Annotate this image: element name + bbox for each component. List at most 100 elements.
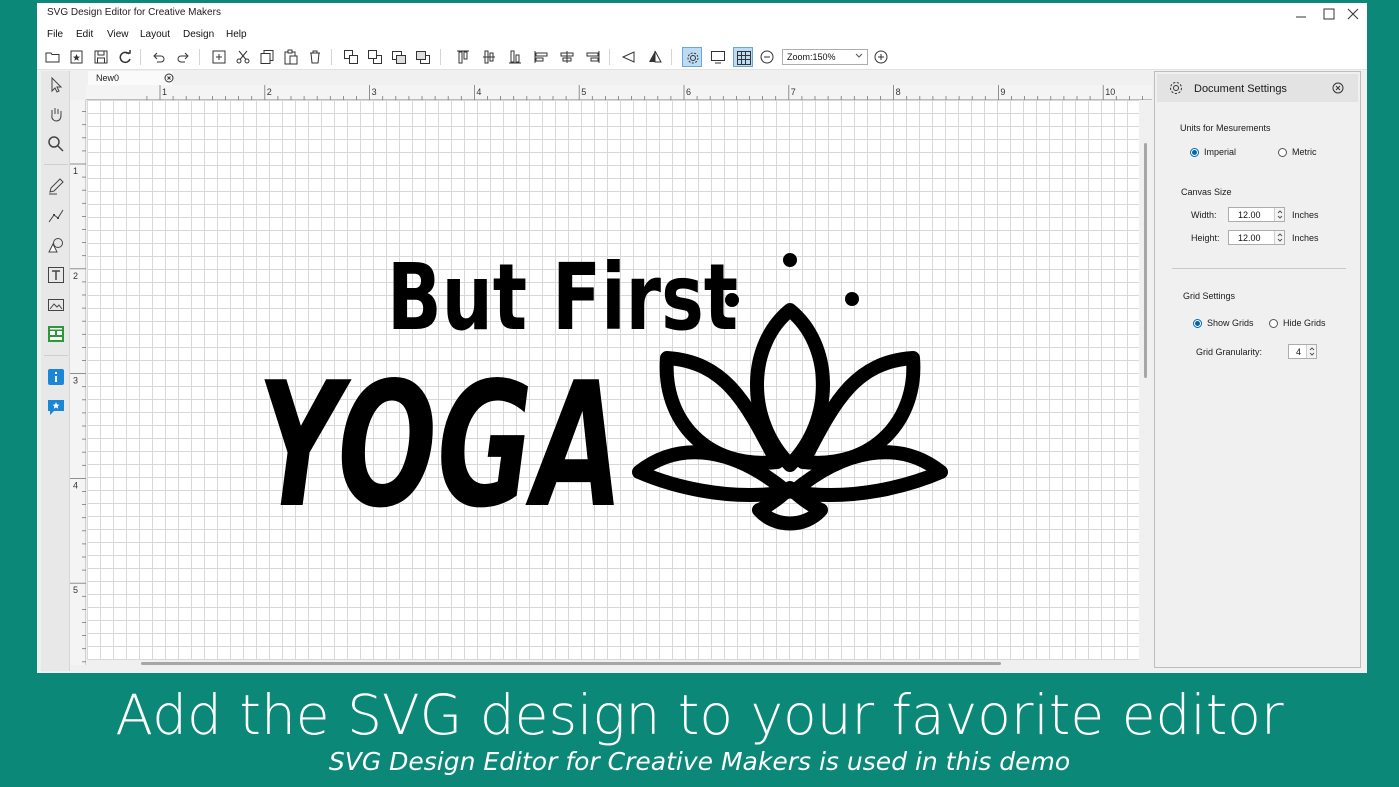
menu-design[interactable]: Design	[183, 29, 214, 40]
ruler-label: 9	[1000, 87, 1005, 97]
info-icon	[48, 369, 64, 385]
pan-tool[interactable]	[46, 104, 66, 124]
design-canvas[interactable]: But First YOGA	[87, 100, 1139, 660]
imperial-radio[interactable]	[1190, 148, 1199, 157]
vertical-scrollbar[interactable]	[1144, 143, 1147, 378]
select-tool[interactable]	[46, 75, 66, 95]
open-folder-icon	[45, 52, 60, 63]
bring-forward-button[interactable]	[389, 47, 409, 67]
design-text-but-first[interactable]: But First	[387, 244, 738, 351]
zoom-value: Zoom:150%	[787, 52, 836, 62]
menu-edit[interactable]: Edit	[76, 29, 93, 40]
show-grids-radio[interactable]	[1193, 319, 1202, 328]
undo-button[interactable]	[149, 47, 169, 67]
zoom-out-button[interactable]	[757, 47, 777, 67]
ruler-label: 3	[372, 87, 377, 97]
granularity-input[interactable]: 4	[1288, 344, 1317, 359]
align-right-button[interactable]	[583, 47, 603, 67]
width-unit: Inches	[1292, 210, 1319, 220]
refresh-icon	[119, 50, 131, 64]
align-left-button[interactable]	[531, 47, 551, 67]
send-backward-button[interactable]	[413, 47, 433, 67]
horizontal-scrollbar[interactable]	[141, 662, 1001, 665]
width-input[interactable]: 12.00	[1228, 207, 1285, 222]
design-text-yoga[interactable]: YOGA	[257, 345, 624, 546]
menu-file[interactable]: File	[47, 29, 63, 40]
flip-vertical-icon	[649, 50, 662, 63]
shape-tool[interactable]	[46, 235, 66, 255]
document-settings-button[interactable]	[682, 47, 702, 67]
grid-settings-label: Grid Settings	[1183, 291, 1236, 301]
flip-vertical-button[interactable]	[645, 47, 665, 67]
path-tool[interactable]	[46, 206, 66, 226]
metric-radio[interactable]	[1278, 148, 1287, 157]
add-page-button[interactable]	[209, 47, 229, 67]
save-button[interactable]	[91, 47, 111, 67]
ruler-label: 7	[791, 87, 796, 97]
hide-grids-radio[interactable]	[1269, 319, 1278, 328]
align-bottom-button[interactable]	[505, 47, 525, 67]
ruler-label: 1	[73, 166, 78, 176]
info-button[interactable]	[46, 367, 66, 387]
close-window-button[interactable]	[1339, 3, 1367, 25]
delete-button[interactable]	[305, 47, 325, 67]
preview-button[interactable]	[708, 47, 728, 67]
zoom-select[interactable]: Zoom:150%	[782, 49, 868, 65]
menu-layout[interactable]: Layout	[140, 29, 170, 40]
cut-button[interactable]	[233, 47, 253, 67]
scissors-icon	[236, 50, 250, 64]
hide-grids-label: Hide Grids	[1283, 318, 1326, 328]
text-tool[interactable]	[46, 265, 66, 285]
copy-button[interactable]	[257, 47, 277, 67]
menu-bar: File Edit View Layout Design Help	[37, 25, 1367, 44]
panel-header: Document Settings	[1157, 74, 1358, 102]
width-stepper[interactable]	[1274, 208, 1284, 221]
bring-forward-icon	[392, 51, 406, 64]
ruler-label: 5	[73, 585, 78, 595]
open-button[interactable]	[43, 47, 63, 67]
shapes-icon	[48, 238, 63, 253]
image-tool[interactable]	[46, 295, 66, 315]
close-panel-icon[interactable]	[1332, 82, 1344, 94]
minimize-button[interactable]	[1287, 3, 1315, 25]
stepper-arrows-icon	[1309, 347, 1315, 356]
horizontal-ruler-ticks: 1 2 3 4 5 6 7 8 9 10	[146, 85, 1143, 100]
redo-button[interactable]	[173, 47, 193, 67]
close-icon	[1347, 8, 1359, 20]
toggle-grid-button[interactable]	[733, 47, 753, 67]
star-message-icon	[48, 400, 64, 415]
menu-view[interactable]: View	[107, 29, 129, 40]
canvas-size-label: Canvas Size	[1181, 187, 1232, 197]
toolbar-separator	[440, 49, 441, 65]
align-center-button[interactable]	[557, 47, 577, 67]
zoom-in-button[interactable]	[871, 47, 891, 67]
menu-help[interactable]: Help	[226, 29, 247, 40]
flip-horizontal-button[interactable]	[619, 47, 639, 67]
height-unit: Inches	[1292, 233, 1319, 243]
send-back-button[interactable]	[365, 47, 385, 67]
bring-front-button[interactable]	[341, 47, 361, 67]
refresh-button[interactable]	[115, 47, 135, 67]
tool-separator	[44, 164, 68, 165]
ruler-label: 5	[581, 87, 586, 97]
feedback-button[interactable]	[46, 397, 66, 417]
tool-separator	[44, 355, 68, 356]
units-label: Units for Mesurements	[1180, 123, 1271, 133]
paste-button[interactable]	[281, 47, 301, 67]
zoom-tool[interactable]	[46, 134, 66, 154]
pencil-icon	[49, 178, 64, 195]
bezier-icon	[48, 209, 64, 223]
height-input[interactable]: 12.00	[1228, 230, 1285, 245]
granularity-stepper[interactable]	[1306, 345, 1316, 358]
document-tab[interactable]: New0	[88, 71, 172, 85]
close-tab-icon[interactable]	[164, 73, 174, 83]
window-title: SVG Design Editor for Creative Makers	[47, 7, 221, 18]
pencil-tool[interactable]	[46, 176, 66, 196]
stepper-arrows-icon	[1277, 210, 1283, 219]
height-stepper[interactable]	[1274, 231, 1284, 244]
library-tool[interactable]	[46, 324, 66, 344]
open-template-button[interactable]	[67, 47, 87, 67]
image-icon	[48, 299, 64, 311]
align-middle-button[interactable]	[479, 47, 499, 67]
align-top-button[interactable]	[453, 47, 473, 67]
